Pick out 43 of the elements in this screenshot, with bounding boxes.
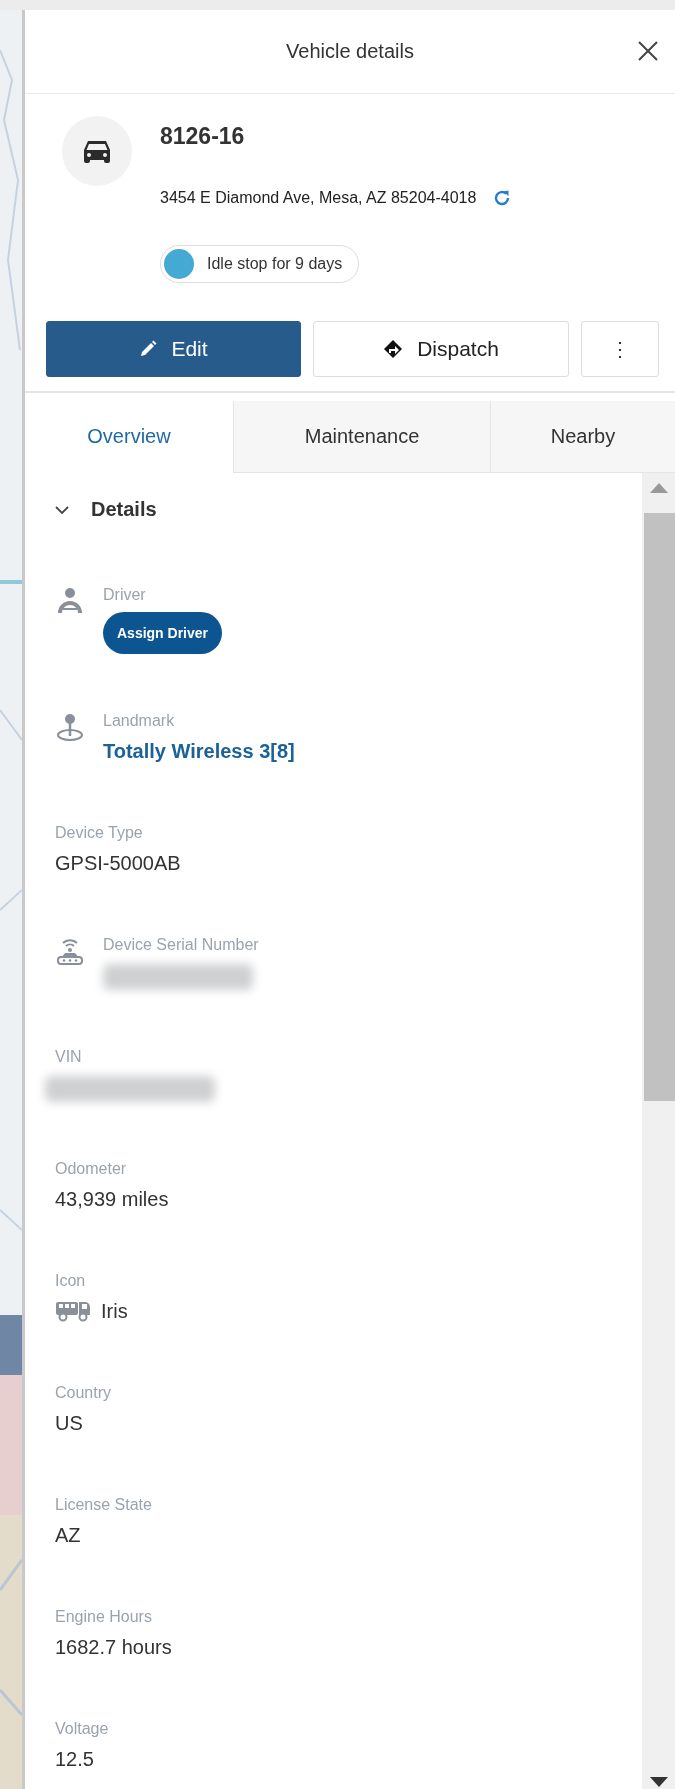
field-value: 1682.7 hours [55,1635,172,1660]
landmark-pin-icon [55,712,85,742]
edit-button[interactable]: Edit [46,321,301,377]
car-icon [82,138,112,164]
status-text: Idle stop for 9 days [207,255,343,273]
field-label: Odometer [55,1159,127,1179]
close-button[interactable] [637,40,659,62]
field-label: Voltage [55,1719,109,1739]
pencil-icon [139,340,158,358]
tab[interactable]: Nearby [490,401,675,473]
more-button[interactable]: ⋮ [581,321,659,377]
field-value: Iris [101,1299,128,1324]
field-value: GPSI-5000AB [55,851,181,876]
field-label: Device Type [55,823,143,843]
field-label: Device Serial Number [103,935,259,955]
scroll-up-icon[interactable] [650,483,668,493]
section-title: Details [91,498,157,521]
router-icon [55,936,85,966]
field-label: Country [55,1383,112,1403]
assign-driver-button[interactable]: Assign Driver [103,612,223,654]
chevron-icon[interactable] [55,504,69,515]
tab[interactable]: Maintenance [233,401,490,473]
landmark-link[interactable]: Totally Wireless 3[8] [103,736,295,766]
turn-sign-icon [383,339,404,359]
vehicle-name: 8126-16 [160,123,246,150]
field-label: Icon [55,1271,86,1291]
field-label: License State [55,1495,152,1515]
scrollbar-thumb[interactable] [644,513,675,1101]
scrollbar[interactable] [642,473,675,1789]
person-icon [55,586,85,616]
field-label: Engine Hours [55,1607,152,1627]
field-value: 12.5 [55,1747,94,1772]
field-label: VIN [55,1047,82,1067]
field-value: AZ [55,1523,81,1548]
scroll-down-icon[interactable] [650,1777,668,1787]
panel-title: Vehicle details [286,40,414,63]
field-label: Driver [103,585,146,605]
field-value: 43,939 miles [55,1187,169,1212]
vehicle-address: 3454 E Diamond Ave, Mesa, AZ 85204-4018 [160,189,477,207]
dispatch-button[interactable]: Dispatch [313,321,569,377]
truck-icon [55,1300,91,1322]
field-value: US [55,1411,83,1436]
field-label: Landmark [103,711,175,731]
